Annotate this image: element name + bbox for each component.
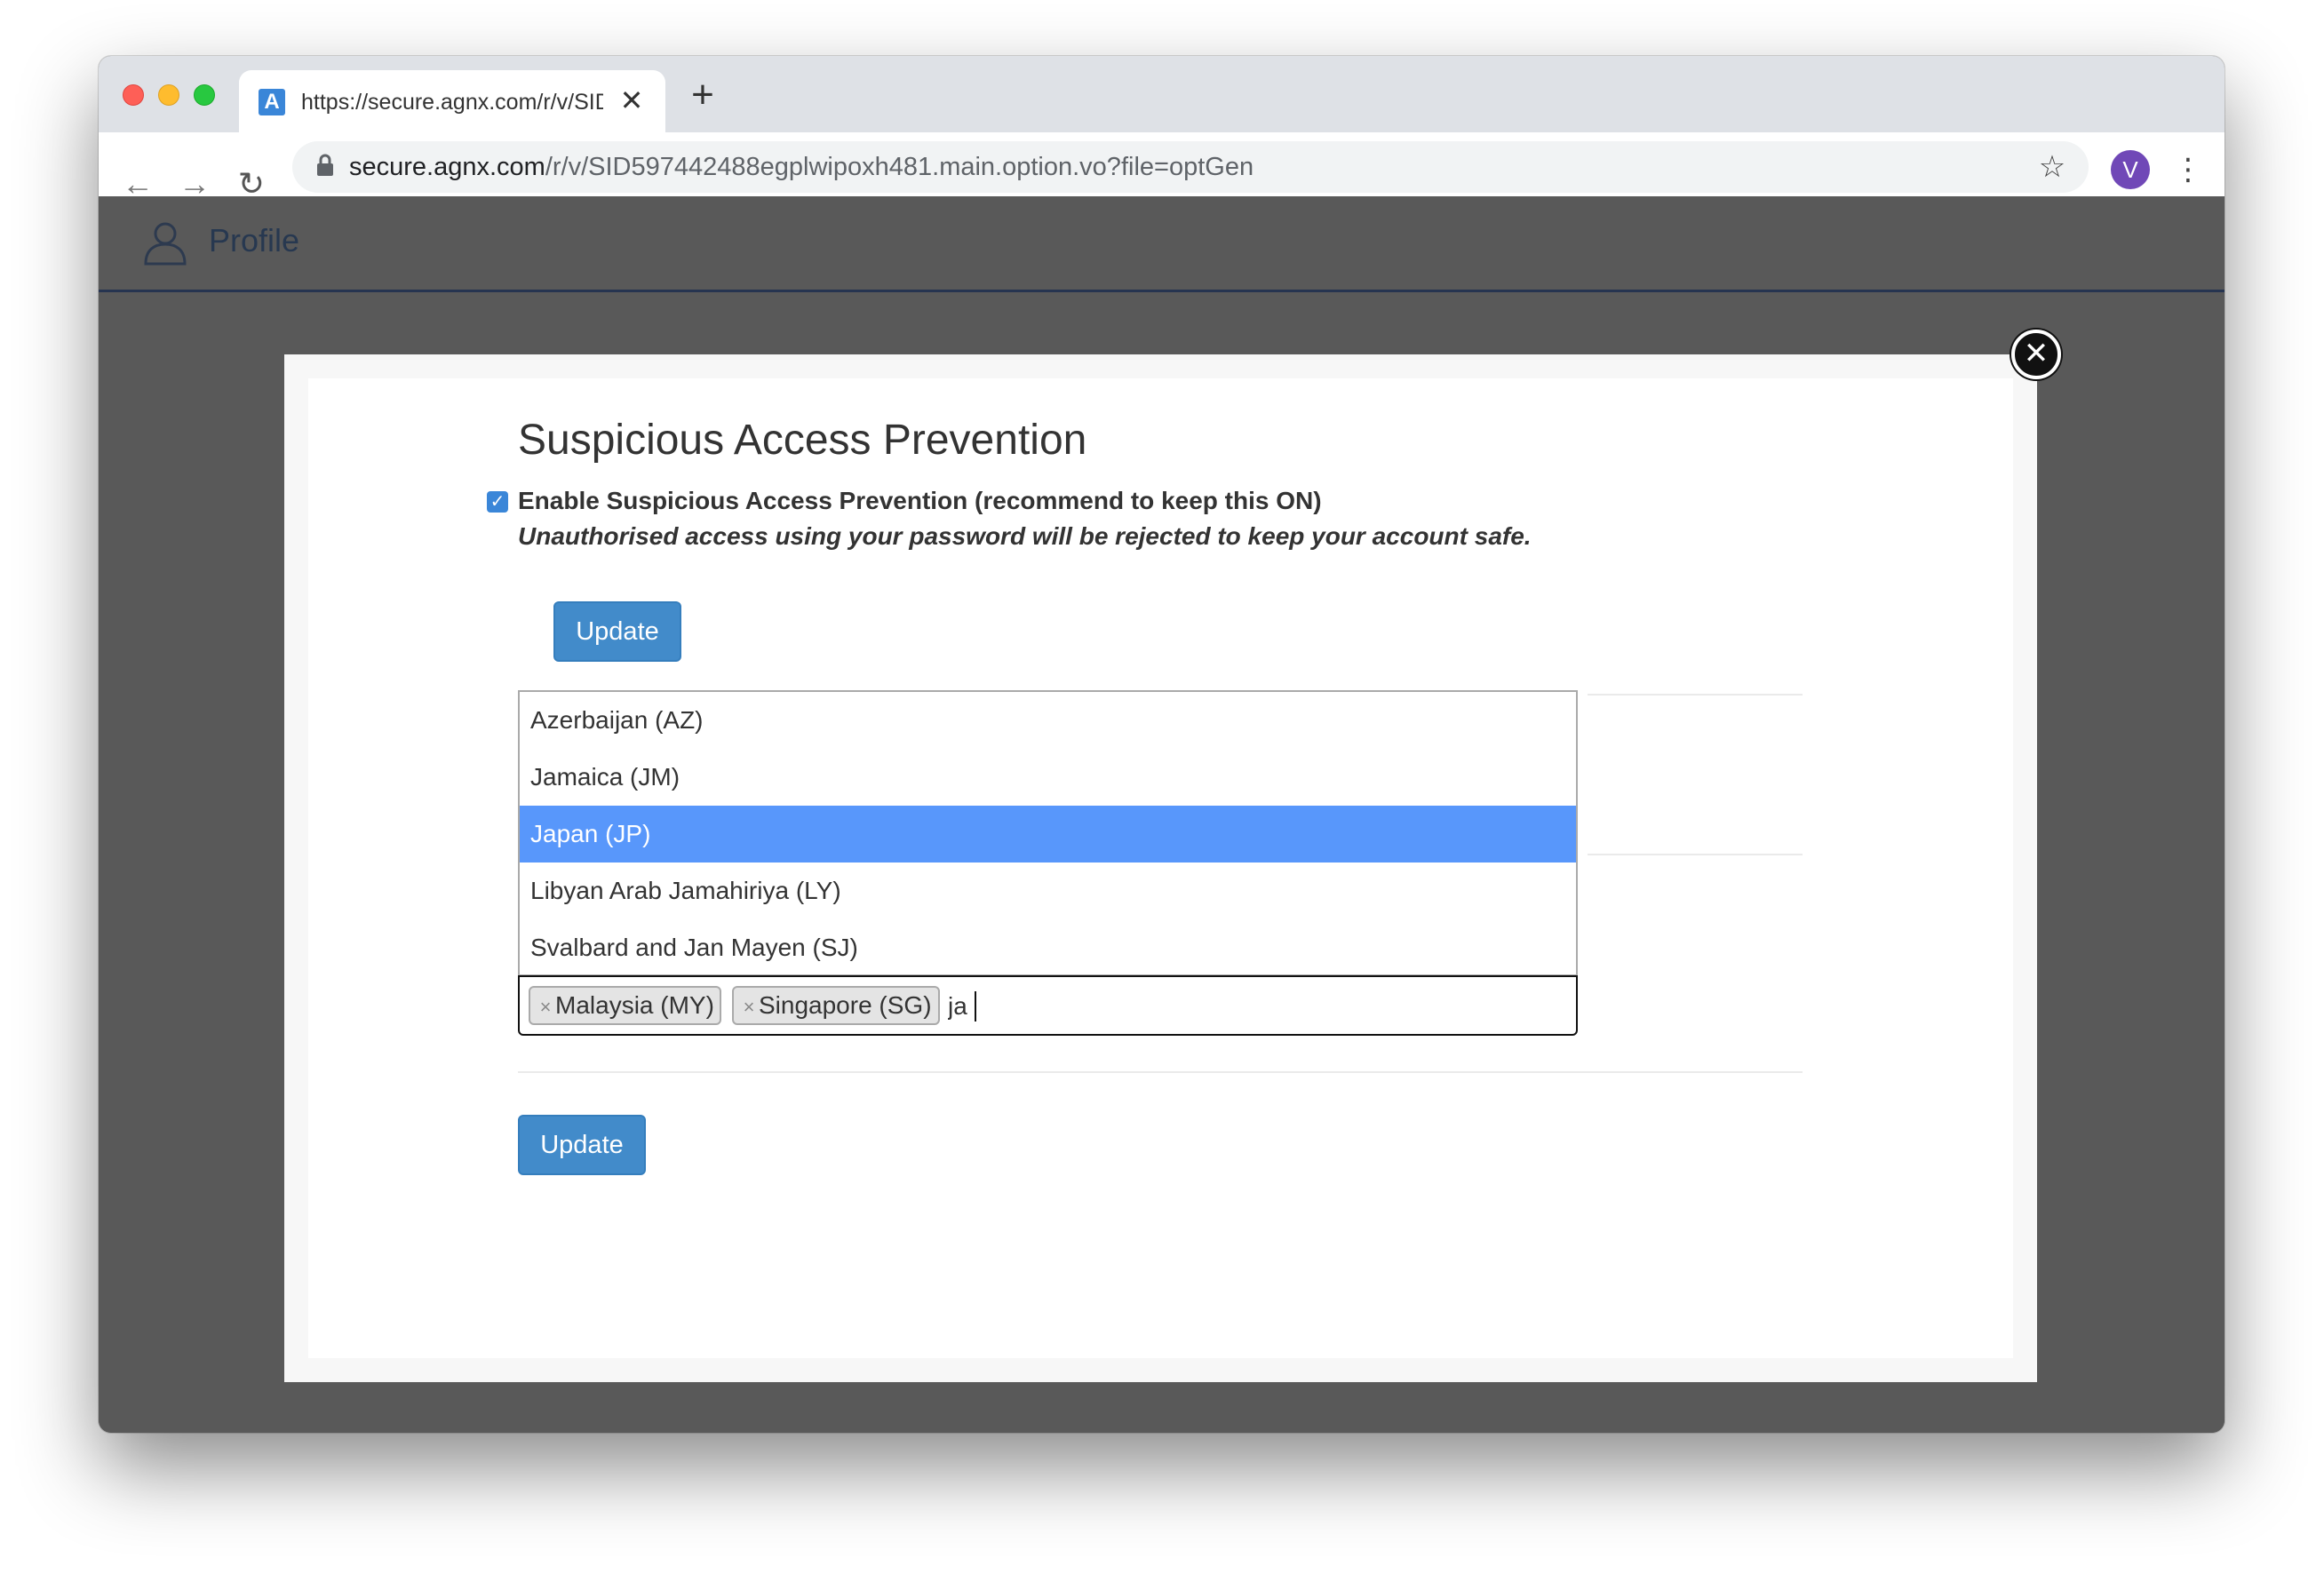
enable-note: Unauthorised access using your password … (518, 522, 1532, 550)
divider (1588, 854, 1803, 855)
enable-label[interactable]: Enable Suspicious Access Prevention (rec… (518, 485, 1322, 517)
divider (518, 1071, 1803, 1073)
minimize-window-button[interactable] (158, 84, 179, 106)
modal-close-icon[interactable]: ✕ (2011, 330, 2061, 379)
url-host: secure.agnx.com (349, 153, 545, 181)
maximize-window-button[interactable] (194, 84, 215, 106)
page-title: Profile (209, 222, 300, 258)
selected-country-chip: × Malaysia (MY) (529, 986, 721, 1025)
new-tab-icon[interactable]: + (685, 76, 720, 115)
close-window-button[interactable] (123, 84, 144, 106)
update-button-protection[interactable]: Update (553, 601, 681, 662)
modal-dialog: Suspicious Access Prevention ✓ Enable Su… (284, 354, 2037, 1382)
text-caret (975, 991, 976, 1022)
page-content: Profile Suspicious Access Prevention ✓ E… (99, 196, 2225, 1433)
section-title: Suspicious Access Prevention (518, 417, 1087, 464)
remove-chip-icon[interactable]: × (739, 990, 759, 1025)
selected-country-chip: × Singapore (SG) (732, 986, 940, 1025)
dropdown-option-highlighted[interactable]: Japan (JP) (520, 806, 1576, 863)
tab-title: https://secure.agnx.com/r/v/SID597442488… (301, 90, 603, 115)
dropdown-option[interactable]: Svalbard and Jan Mayen (SJ) (520, 919, 1576, 976)
bookmark-star-icon[interactable]: ☆ (2035, 150, 2069, 184)
user-profile-icon (141, 218, 189, 266)
browser-tab[interactable]: A https://secure.agnx.com/r/v/SID5974424… (239, 70, 665, 132)
country-search-input[interactable] (948, 988, 1392, 1025)
browser-window: A https://secure.agnx.com/r/v/SID5974424… (99, 56, 2225, 1433)
tab-strip: A https://secure.agnx.com/r/v/SID5974424… (99, 56, 2225, 132)
page-header: Profile (99, 196, 2225, 292)
dropdown-option[interactable]: Jamaica (JM) (520, 749, 1576, 806)
url-path: /r/v/SID597442488egplwipoxh481.main.opti… (545, 153, 1254, 181)
update-button-countries[interactable]: Update (518, 1115, 646, 1175)
url-text[interactable]: secure.agnx.com/r/v/SID597442488egplwipo… (349, 152, 1254, 182)
tab-close-icon[interactable]: ✕ (616, 84, 648, 116)
lock-icon[interactable] (312, 154, 338, 180)
dropdown-option[interactable]: Libyan Arab Jamahiriya (LY) (520, 863, 1576, 919)
remove-chip-icon[interactable]: × (536, 990, 555, 1025)
chip-label: Singapore (SG) (759, 991, 932, 1019)
site-favicon-icon: A (259, 89, 285, 115)
menu-dots-icon[interactable]: ⋮ (2173, 150, 2203, 189)
country-multiselect[interactable]: × Malaysia (MY) × Singapore (SG) (518, 975, 1578, 1036)
divider (1588, 694, 1803, 696)
country-dropdown: Azerbaijan (AZ) Jamaica (JM) Japan (JP) … (518, 690, 1578, 976)
dropdown-option[interactable]: Azerbaijan (AZ) (520, 692, 1576, 749)
settings-form: Suspicious Access Prevention ✓ Enable Su… (308, 378, 2013, 1358)
profile-avatar[interactable]: V (2111, 150, 2150, 189)
modal-body: Suspicious Access Prevention ✓ Enable Su… (308, 378, 2013, 1358)
chip-label: Malaysia (MY) (555, 991, 714, 1019)
address-bar[interactable]: secure.agnx.com/r/v/SID597442488egplwipo… (292, 141, 2089, 193)
enable-checkbox[interactable]: ✓ (487, 491, 508, 513)
